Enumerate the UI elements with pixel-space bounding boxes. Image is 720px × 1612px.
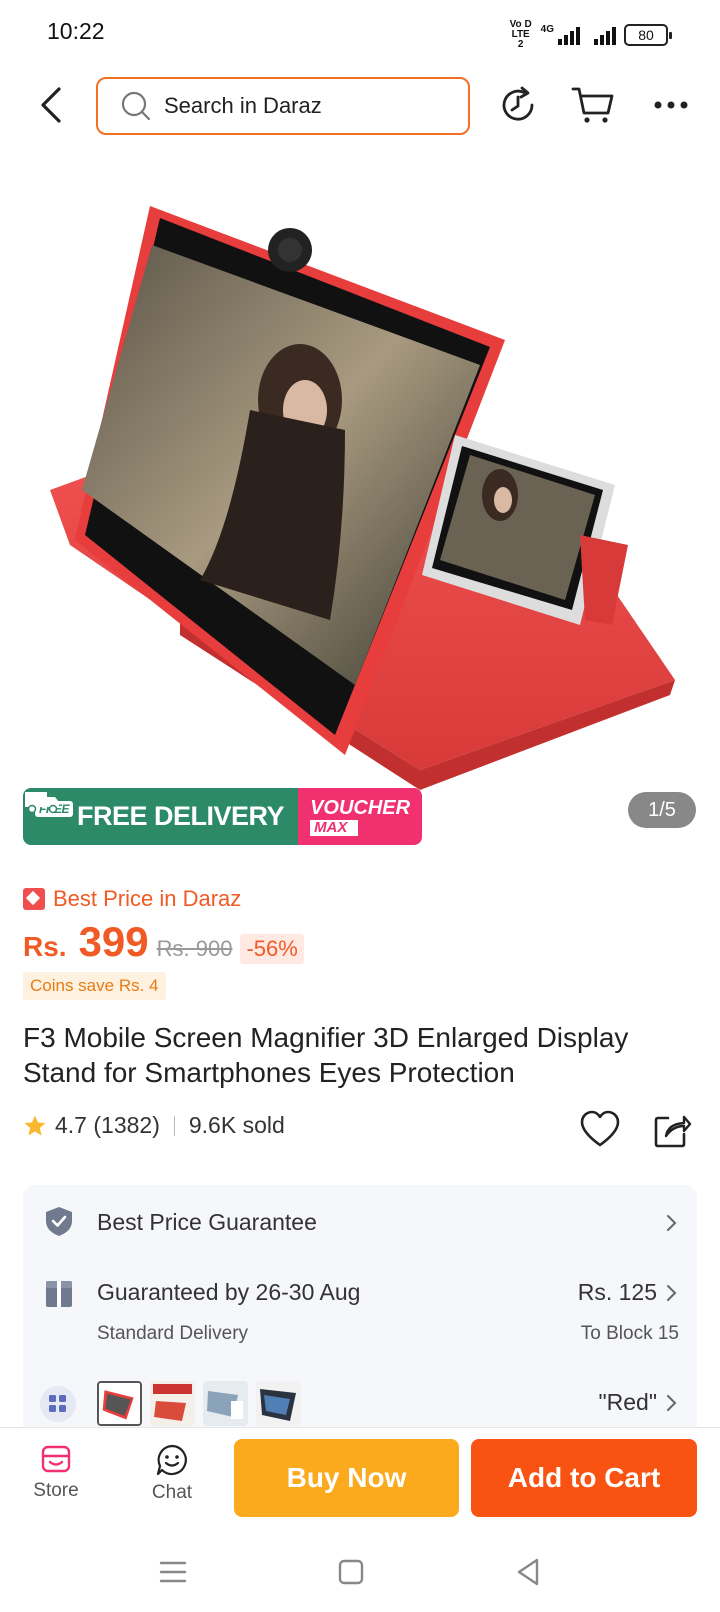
- best-price-icon: [23, 888, 45, 910]
- rating-row[interactable]: 4.7 (1382) 9.6K sold: [23, 1112, 285, 1139]
- sold-count: 9.6K sold: [188, 1112, 285, 1138]
- system-back-icon[interactable]: [511, 1554, 547, 1590]
- variant-thumbnail[interactable]: [97, 1381, 142, 1426]
- bottom-action-bar: Store Chat Buy Now Add to Cart: [0, 1427, 720, 1532]
- variant-row[interactable]: "Red": [23, 1381, 697, 1431]
- search-input[interactable]: Search in Daraz: [96, 77, 470, 135]
- best-price-text: Best Price in Daraz: [53, 886, 242, 911]
- store-icon: [41, 1445, 71, 1473]
- price-row: Rs. 399 Rs. 900 -56%: [23, 918, 304, 966]
- store-label: Store: [33, 1480, 79, 1501]
- signal-icon-2: [594, 25, 616, 45]
- voucher-max-label: MAX: [310, 819, 359, 836]
- price-value: 399: [78, 918, 149, 965]
- history-icon: [502, 86, 534, 121]
- divider: [173, 1115, 175, 1136]
- more-button[interactable]: [648, 82, 694, 128]
- original-price: Rs. 900: [156, 936, 233, 961]
- delivery-destination: To Block 15: [580, 1323, 679, 1344]
- more-icon: [654, 101, 688, 109]
- home-icon[interactable]: [333, 1554, 369, 1590]
- status-time: 10:22: [47, 18, 105, 44]
- search-placeholder: Search in Daraz: [164, 93, 322, 118]
- price-currency: Rs.: [23, 931, 67, 962]
- product-image: [50, 206, 675, 790]
- shield-icon: [46, 1207, 72, 1236]
- variant-thumbnail[interactable]: [150, 1381, 195, 1426]
- status-icons: Vo D LTE 2 4G 80: [509, 19, 672, 50]
- image-page-indicator: 1/5: [628, 792, 696, 828]
- share-icon[interactable]: [652, 1110, 692, 1150]
- cart-icon: [571, 87, 614, 123]
- chevron-right-icon: [667, 1285, 677, 1301]
- top-nav: Search in Daraz: [0, 74, 720, 136]
- add-to-cart-button[interactable]: Add to Cart: [471, 1439, 697, 1517]
- signal-icon: [558, 25, 580, 45]
- recent-apps-icon[interactable]: [155, 1554, 191, 1590]
- chat-icon: [156, 1444, 187, 1476]
- wishlist-heart-icon[interactable]: [580, 1110, 620, 1150]
- free-delivery-badge: FREE FREE DELIVERY: [23, 788, 299, 845]
- variant-thumbnails: [97, 1381, 301, 1426]
- battery-icon: 80: [624, 24, 672, 46]
- status-bar: 10:22 Vo D LTE 2 4G 80: [0, 0, 720, 64]
- truck-icon: [25, 792, 59, 814]
- product-title: F3 Mobile Screen Magnifier 3D Enlarged D…: [23, 1022, 629, 1088]
- delivery-label: Guaranteed by 26-30 Aug: [97, 1279, 361, 1305]
- cart-button[interactable]: [570, 82, 616, 128]
- info-card: Best Price Guarantee Guaranteed by 26-30…: [23, 1185, 697, 1445]
- product-image-carousel[interactable]: FREE FREE DELIVERY VOUCHER MAX 1/5: [0, 150, 720, 870]
- history-button[interactable]: [495, 82, 541, 128]
- back-button[interactable]: [30, 80, 70, 130]
- guarantee-label: Best Price Guarantee: [97, 1209, 317, 1235]
- voucher-max-badge: VOUCHER MAX: [298, 788, 423, 845]
- coins-badge: Coins save Rs. 4: [23, 972, 166, 1000]
- promo-banner: FREE FREE DELIVERY VOUCHER MAX: [23, 788, 423, 845]
- store-button[interactable]: Store: [16, 1444, 96, 1502]
- best-price-guarantee-row[interactable]: Best Price Guarantee: [23, 1203, 697, 1253]
- chevron-right-icon: [667, 1395, 677, 1411]
- chevron-right-icon: [667, 1215, 677, 1231]
- rating-value: 4.7 (1382): [55, 1112, 160, 1138]
- chat-label: Chat: [151, 1482, 193, 1503]
- selected-variant: "Red": [598, 1389, 657, 1415]
- free-delivery-label: FREE DELIVERY: [77, 801, 285, 831]
- search-icon: [121, 91, 151, 121]
- package-icon: [46, 1281, 72, 1307]
- network-type-label: 4G: [540, 23, 554, 35]
- volte-indicator: Vo D LTE 2: [509, 19, 532, 50]
- best-price-label: Best Price in Daraz: [23, 886, 241, 912]
- variant-thumbnail[interactable]: [256, 1381, 301, 1426]
- discount-badge: -56%: [240, 934, 304, 964]
- variant-icon: [40, 1386, 76, 1422]
- voucher-label: VOUCHER: [310, 796, 411, 819]
- star-icon: [24, 1115, 46, 1135]
- back-icon: [41, 87, 61, 123]
- system-navigation-bar: [0, 1532, 720, 1612]
- variant-thumbnail[interactable]: [203, 1381, 248, 1426]
- delivery-type: Standard Delivery: [97, 1323, 249, 1344]
- delivery-row[interactable]: Guaranteed by 26-30 Aug Standard Deliver…: [23, 1277, 697, 1367]
- delivery-fee: Rs. 125: [577, 1279, 657, 1305]
- buy-now-button[interactable]: Buy Now: [234, 1439, 459, 1517]
- chat-button[interactable]: Chat: [132, 1444, 212, 1504]
